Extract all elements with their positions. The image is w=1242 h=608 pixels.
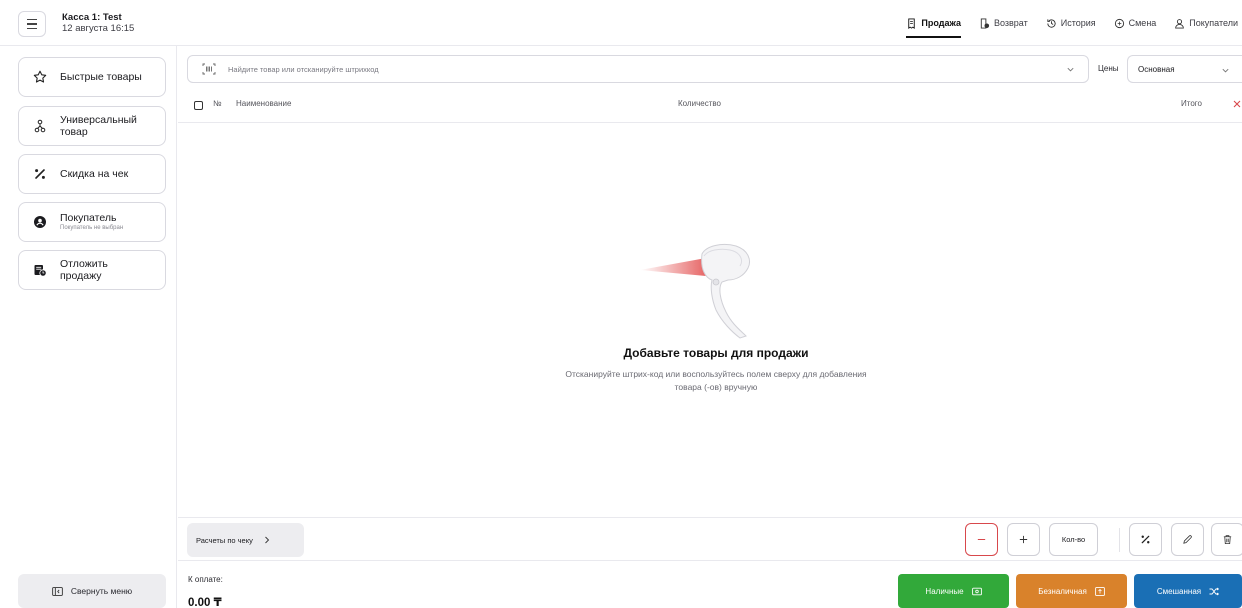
collapse-icon	[52, 586, 63, 596]
item-discount-button[interactable]	[1129, 523, 1162, 556]
pos-app: Касса 1: Test 12 августа 16:15 Продажа В…	[0, 0, 1242, 608]
quantity-button[interactable]: Кол-во	[1049, 523, 1098, 556]
star-icon	[33, 70, 47, 84]
tab-return-label: Возврат	[993, 18, 1028, 28]
quantity-label: Кол-во	[1061, 535, 1086, 544]
receipt-discount-label: Скидка на чек	[60, 167, 129, 180]
user-icon	[1175, 18, 1185, 29]
postpone-icon	[33, 263, 47, 277]
price-type-value: Основная	[1138, 64, 1175, 74]
universal-product-button[interactable]: Универсальный товар	[18, 106, 166, 146]
action-row: Расчеты по чеку Кол-во	[178, 517, 1242, 560]
amount-due-label: К оплате:	[188, 575, 223, 584]
increase-qty-button[interactable]	[1007, 523, 1040, 556]
tab-sale-label: Продажа	[921, 18, 961, 28]
menu-icon	[27, 18, 37, 21]
cash-icon	[971, 587, 982, 595]
quick-products-label: Быстрые товары	[60, 70, 142, 83]
tab-history-label: История	[1060, 18, 1096, 28]
receipt-icon	[908, 17, 916, 29]
top-nav: Продажа Возврат История Смена Покупатели	[888, 0, 1238, 46]
divider	[1119, 528, 1120, 552]
pencil-icon	[1183, 535, 1192, 544]
card-payment-label: Безналичная	[1038, 586, 1087, 596]
edit-item-button[interactable]	[1171, 523, 1204, 556]
shuffle-icon	[1209, 587, 1220, 595]
customer-button[interactable]: Покупатель Покупатель не выбран	[18, 202, 166, 242]
return-icon	[980, 17, 990, 29]
quick-products-button[interactable]: Быстрые товары	[18, 57, 166, 97]
menu-button[interactable]	[18, 11, 46, 37]
search-input[interactable]	[228, 64, 1066, 74]
network-icon	[33, 119, 47, 133]
minus-icon	[977, 538, 986, 541]
chevron-right-icon	[265, 536, 269, 544]
barcode-scanner-illustration	[640, 243, 750, 339]
collapse-menu-label: Свернуть меню	[70, 586, 133, 596]
tab-customers-label: Покупатели	[1189, 18, 1238, 28]
receipt-discount-button[interactable]: Скидка на чек	[18, 154, 166, 194]
col-number: №	[213, 99, 222, 108]
receipt-calculations-button[interactable]: Расчеты по чеку	[187, 523, 304, 557]
decrease-qty-button[interactable]	[965, 523, 998, 556]
amount-due-value: 0.00 ₸	[188, 597, 222, 608]
trash-icon	[1223, 535, 1232, 545]
tab-return[interactable]: Возврат	[979, 0, 1028, 46]
card-payment-button[interactable]: Безналичная	[1016, 574, 1127, 608]
card-icon	[1094, 586, 1105, 596]
percent-icon	[33, 167, 47, 181]
sidebar: Быстрые товары Универсальный товар Скидк…	[0, 46, 177, 608]
empty-state-title: Добавьте товары для продажи	[623, 346, 809, 360]
barcode-scan-icon	[202, 63, 216, 75]
select-all-checkbox[interactable]	[194, 101, 203, 110]
delete-item-button[interactable]	[1211, 523, 1242, 556]
shift-icon	[1114, 18, 1124, 28]
tab-history[interactable]: История	[1046, 0, 1096, 46]
till-datetime: 12 августа 16:15	[62, 23, 135, 34]
items-table-header: № Наименование Количество Итого	[178, 90, 1242, 123]
empty-state-description: Отсканируйте штрих-код или воспользуйтес…	[565, 369, 867, 392]
clear-all-icon[interactable]	[1232, 99, 1242, 109]
cash-payment-label: Наличные	[925, 586, 964, 596]
tab-sale[interactable]: Продажа	[906, 0, 961, 46]
receipt-calculations-label: Расчеты по чеку	[196, 535, 253, 545]
payment-bar: К оплате: 0.00 ₸ Наличные Безналичная См…	[178, 560, 1242, 608]
collapse-menu-button[interactable]: Свернуть меню	[18, 574, 166, 608]
customer-sublabel: Покупатель не выбран	[60, 225, 124, 232]
price-type-select[interactable]: Основная	[1127, 55, 1242, 83]
history-icon	[1047, 18, 1056, 28]
tab-shift[interactable]: Смена	[1114, 0, 1157, 46]
tab-customers[interactable]: Покупатели	[1174, 0, 1238, 46]
customer-icon	[33, 215, 47, 229]
col-total: Итого	[1181, 99, 1202, 108]
chevron-down-icon[interactable]	[1066, 65, 1075, 74]
top-bar: Касса 1: Test 12 августа 16:15 Продажа В…	[0, 0, 1242, 46]
till-info: Касса 1: Test 12 августа 16:15	[62, 12, 134, 34]
prices-label: Цены	[1098, 64, 1119, 73]
postpone-sale-button[interactable]: Отложить продажу	[18, 250, 166, 290]
universal-product-label: Универсальный товар	[60, 113, 137, 139]
till-name: Касса 1: Test	[62, 12, 122, 23]
plus-icon	[1019, 535, 1028, 544]
col-name: Наименование	[236, 99, 292, 108]
customer-text: Покупатель Покупатель не выбран	[60, 212, 123, 233]
mixed-payment-label: Смешанная	[1156, 586, 1202, 596]
postpone-sale-label: Отложить продажу	[60, 257, 108, 283]
percent-icon	[1141, 535, 1150, 544]
col-quantity: Количество	[678, 99, 721, 108]
cash-payment-button[interactable]: Наличные	[898, 574, 1009, 608]
customer-label: Покупатель	[60, 211, 117, 224]
chevron-down-icon	[1222, 68, 1229, 73]
tab-shift-label: Смена	[1128, 18, 1157, 28]
product-search-field[interactable]	[187, 55, 1089, 83]
mixed-payment-button[interactable]: Смешанная	[1134, 574, 1242, 608]
